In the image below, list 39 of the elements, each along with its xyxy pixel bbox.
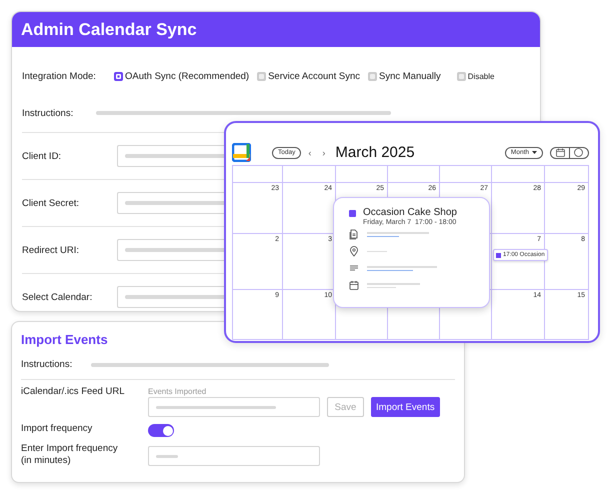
event-title: Occasion Cake Shop bbox=[363, 207, 457, 218]
location-pin-icon bbox=[349, 246, 359, 257]
field-label: Client ID: bbox=[22, 150, 62, 162]
card-title: Admin Calendar Sync bbox=[20, 19, 197, 41]
radio-button[interactable] bbox=[114, 72, 123, 80]
radio-button[interactable] bbox=[368, 72, 377, 80]
input-field[interactable] bbox=[148, 446, 320, 466]
month-title: March 2025 bbox=[335, 144, 415, 161]
radio-button[interactable] bbox=[257, 72, 266, 80]
field-label: Import frequency bbox=[21, 423, 94, 434]
next-button[interactable]: › bbox=[318, 148, 330, 158]
calendar-icon bbox=[349, 280, 359, 291]
field-label: Instructions: bbox=[21, 359, 74, 370]
field-label: Instructions: bbox=[22, 108, 74, 118]
toggle-switch[interactable] bbox=[148, 424, 174, 437]
import-events-button[interactable]: Import Events bbox=[371, 397, 440, 417]
radio-option[interactable]: Service Account Sync bbox=[257, 70, 360, 82]
field-caption: Events Imported bbox=[148, 387, 208, 396]
placeholder-bar bbox=[156, 454, 178, 458]
radio-option[interactable]: OAuth Sync (Recommended) bbox=[114, 70, 250, 82]
field-label: Redirect URI: bbox=[22, 244, 80, 256]
field-label: Enter Import frequency (in minutes) bbox=[21, 443, 119, 467]
field-label: Select Calendar: bbox=[22, 292, 94, 302]
square-icon bbox=[349, 210, 356, 217]
field-label: iCalendar/.ics Feed URL bbox=[21, 386, 126, 397]
radio-button[interactable] bbox=[456, 72, 466, 80]
calendar-icon bbox=[556, 148, 565, 157]
field-label: Integration Mode: bbox=[22, 70, 97, 82]
input-field[interactable] bbox=[148, 397, 320, 417]
radio-option[interactable]: Disable bbox=[456, 72, 494, 80]
caret-icon bbox=[532, 151, 537, 154]
circle-icon bbox=[574, 148, 583, 157]
app-logo-icon bbox=[232, 143, 251, 162]
previous-button[interactable]: ‹ bbox=[304, 148, 316, 158]
field-label: Client Secret: bbox=[22, 198, 80, 208]
view-toggle[interactable] bbox=[550, 146, 589, 158]
document-icon bbox=[349, 229, 359, 240]
card-title: Import Events bbox=[21, 332, 108, 347]
radio-option[interactable]: Sync Manually bbox=[368, 70, 441, 82]
